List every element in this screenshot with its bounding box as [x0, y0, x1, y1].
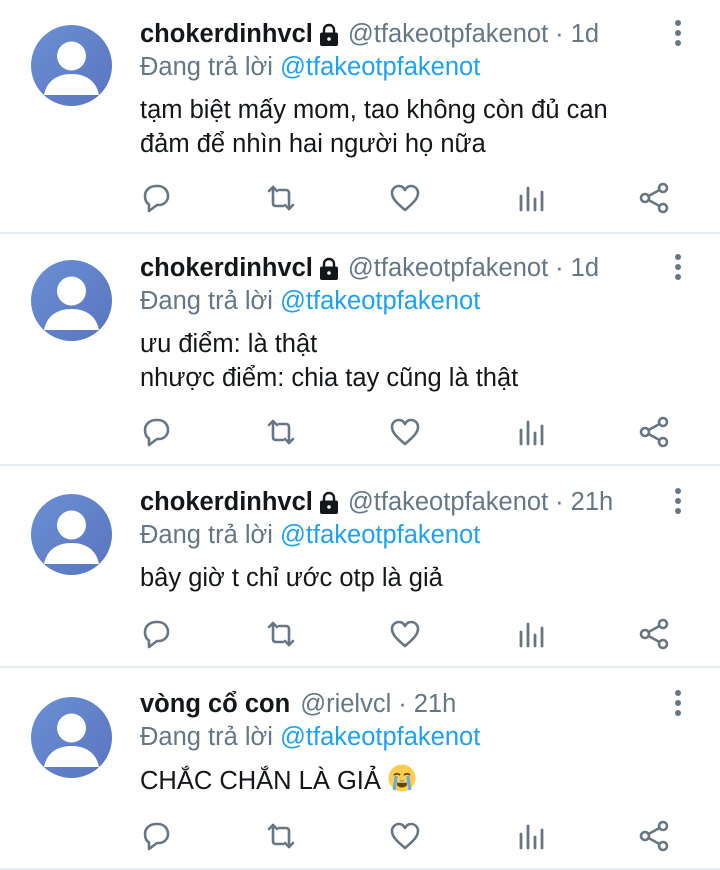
avatar-placeholder-icon[interactable]	[31, 260, 112, 341]
share-icon[interactable]	[634, 178, 674, 218]
reply-icon[interactable]	[136, 816, 176, 856]
share-icon[interactable]	[634, 614, 674, 654]
more-vertical-icon[interactable]	[665, 251, 691, 285]
avatar-placeholder-icon[interactable]	[31, 697, 112, 778]
tweet-text-container: CHẮC CHẮN LÀ GIẢ	[140, 763, 700, 802]
display-name[interactable]: chokerdinhvcl	[140, 485, 313, 519]
tweet-header: vòng cổ con @rielvcl · 21h	[140, 687, 456, 721]
share-icon[interactable]	[634, 412, 674, 452]
tweet-actions	[0, 178, 720, 218]
analytics-icon[interactable]	[511, 412, 551, 452]
replying-to-label: Đang trả lời	[140, 287, 273, 315]
timestamp[interactable]: 21h	[414, 687, 457, 721]
replying-to-handle[interactable]: @tfakeotpfakenot	[280, 723, 480, 751]
timestamp[interactable]: 1d	[571, 17, 599, 51]
replying-to-handle[interactable]: @tfakeotpfakenot	[280, 521, 480, 549]
tweet-actions	[0, 816, 720, 856]
display-name[interactable]: vòng cổ con	[140, 687, 290, 721]
loudly-crying-face-icon	[387, 763, 417, 802]
more-vertical-icon[interactable]	[665, 687, 691, 721]
more-vertical-icon[interactable]	[665, 485, 691, 519]
analytics-icon[interactable]	[511, 816, 551, 856]
reply-icon[interactable]	[136, 412, 176, 452]
replying-to-label: Đang trả lời	[140, 723, 273, 751]
timestamp[interactable]: 1d	[571, 251, 599, 285]
analytics-icon[interactable]	[511, 614, 551, 654]
share-icon[interactable]	[634, 816, 674, 856]
reply-icon[interactable]	[136, 614, 176, 654]
tweet-actions	[0, 412, 720, 452]
separator-dot: ·	[555, 20, 564, 48]
tweet-header: chokerdinhvcl @tfakeotpfakenot · 1d	[140, 17, 599, 51]
lock-icon	[318, 22, 340, 46]
tweet-text: ưu điểm: là thật nhược điểm: chia tay cũ…	[140, 330, 519, 392]
replying-to-label: Đang trả lời	[140, 521, 273, 549]
avatar-placeholder-icon[interactable]	[31, 494, 112, 575]
replying-to-label: Đang trả lời	[140, 53, 273, 81]
replying-to-handle[interactable]: @tfakeotpfakenot	[280, 53, 480, 81]
avatar-placeholder-icon[interactable]	[31, 25, 112, 106]
replying-to-handle[interactable]: @tfakeotpfakenot	[280, 287, 480, 315]
separator-dot: ·	[555, 254, 564, 282]
display-name[interactable]: chokerdinhvcl	[140, 17, 313, 51]
tweet-text: CHẮC CHẮN LÀ GIẢ	[140, 767, 381, 795]
retweet-icon[interactable]	[261, 614, 301, 654]
lock-icon	[318, 490, 340, 514]
timestamp[interactable]: 21h	[571, 485, 614, 519]
tweet-text: bây giờ t chỉ ước otp là giả	[140, 564, 443, 592]
lock-icon	[318, 256, 340, 280]
reply-icon[interactable]	[136, 178, 176, 218]
divider	[0, 464, 720, 466]
like-icon[interactable]	[385, 412, 425, 452]
tweet-text: tạm biệt mấy mom, tao không còn đủ can đ…	[140, 96, 608, 158]
retweet-icon[interactable]	[261, 178, 301, 218]
retweet-icon[interactable]	[261, 816, 301, 856]
user-handle[interactable]: @tfakeotpfakenot	[348, 251, 548, 285]
tweet-text-container: tạm biệt mấy mom, tao không còn đủ can đ…	[140, 93, 700, 161]
replying-to-line: Đang trả lời @tfakeotpfakenot	[140, 518, 480, 552]
user-handle[interactable]: @tfakeotpfakenot	[348, 17, 548, 51]
retweet-icon[interactable]	[261, 412, 301, 452]
analytics-icon[interactable]	[511, 178, 551, 218]
like-icon[interactable]	[385, 614, 425, 654]
tweet-header: chokerdinhvcl @tfakeotpfakenot · 21h	[140, 485, 613, 519]
replying-to-line: Đang trả lời @tfakeotpfakenot	[140, 720, 480, 754]
replying-to-line: Đang trả lời @tfakeotpfakenot	[140, 284, 480, 318]
more-vertical-icon[interactable]	[665, 17, 691, 51]
replying-to-line: Đang trả lời @tfakeotpfakenot	[140, 50, 480, 84]
user-handle[interactable]: @tfakeotpfakenot	[348, 485, 548, 519]
reply-feed: chokerdinhvcl @tfakeotpfakenot · 1d Đang trả…	[0, 0, 720, 870]
display-name[interactable]: chokerdinhvcl	[140, 251, 313, 285]
tweet-text-container: ưu điểm: là thật nhược điểm: chia tay cũ…	[140, 327, 700, 395]
tweet-text-container: bây giờ t chỉ ước otp là giả	[140, 561, 700, 595]
divider	[0, 666, 720, 668]
separator-dot: ·	[555, 488, 564, 516]
tweet-actions	[0, 614, 720, 654]
like-icon[interactable]	[385, 178, 425, 218]
separator-dot: ·	[398, 690, 407, 718]
like-icon[interactable]	[385, 816, 425, 856]
tweet-header: chokerdinhvcl @tfakeotpfakenot · 1d	[140, 251, 599, 285]
divider	[0, 232, 720, 234]
user-handle[interactable]: @rielvcl	[300, 687, 391, 721]
